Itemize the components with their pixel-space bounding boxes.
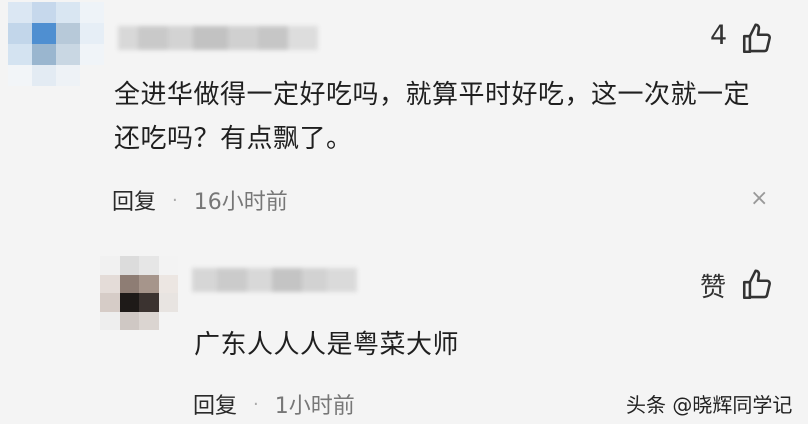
like-label[interactable]: 赞 xyxy=(700,267,726,304)
close-icon[interactable]: × xyxy=(750,186,768,211)
comment-meta: 回复 · 16小时前 xyxy=(112,184,288,216)
watermark: 头条 @晓辉同学记 xyxy=(626,393,793,417)
reply-button[interactable]: 回复 xyxy=(112,184,156,216)
avatar[interactable] xyxy=(8,2,104,86)
reply-username-blurred[interactable] xyxy=(192,268,357,292)
timestamp: 16小时前 xyxy=(193,190,288,215)
reply-meta: 回复 · 1小时前 xyxy=(193,388,355,420)
thumbs-up-icon[interactable] xyxy=(740,22,774,56)
reply-text: 广东人人人是粤菜大师 xyxy=(194,330,460,360)
separator-dot: · xyxy=(172,189,178,211)
thumbs-up-icon[interactable] xyxy=(740,268,774,302)
reply-avatar[interactable] xyxy=(100,256,178,330)
username-blurred[interactable] xyxy=(118,26,318,50)
separator-dot: · xyxy=(253,393,259,415)
reply-button[interactable]: 回复 xyxy=(193,388,237,420)
comment-text: 全进华做得一定好吃吗，就算平时好吃，这一次就一定还吃吗？有点飘了。 xyxy=(114,80,751,154)
timestamp: 1小时前 xyxy=(274,394,355,419)
like-count: 4 xyxy=(710,20,728,51)
